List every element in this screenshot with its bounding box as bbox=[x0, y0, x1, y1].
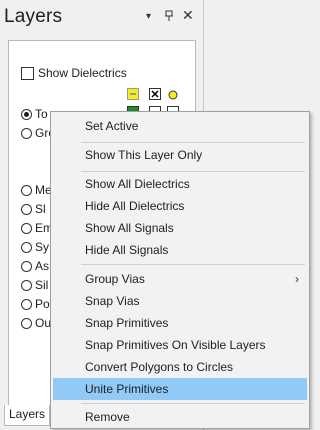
menu-item-convert-polygons-to-circles[interactable]: Convert Polygons to Circles bbox=[53, 356, 307, 378]
layer-label: Ou bbox=[35, 316, 52, 330]
layer-radio[interactable] bbox=[21, 108, 32, 120]
layer-radio[interactable] bbox=[21, 203, 32, 215]
layer-label: As bbox=[35, 259, 50, 273]
menu-separator bbox=[81, 171, 305, 172]
menu-separator bbox=[81, 403, 305, 404]
layer-radio[interactable] bbox=[21, 222, 32, 234]
layer-radio[interactable] bbox=[21, 127, 32, 139]
menu-item-hide-all-dielectrics[interactable]: Hide All Dielectrics bbox=[53, 195, 307, 217]
menu-item-show-all-signals[interactable]: Show All Signals bbox=[53, 217, 307, 239]
menu-item-set-active[interactable]: Set Active bbox=[53, 115, 307, 137]
layer-row[interactable]: Sl bbox=[21, 201, 46, 217]
menu-item-snap-primitives-visible-layers[interactable]: Snap Primitives On Visible Layers bbox=[53, 334, 307, 356]
menu-item-snap-vias[interactable]: Snap Vias bbox=[53, 290, 307, 312]
menu-item-hide-all-signals[interactable]: Hide All Signals bbox=[53, 239, 307, 261]
layer-row[interactable]: Em bbox=[21, 220, 53, 236]
layer-row[interactable]: Ou bbox=[21, 315, 51, 331]
panel-header: Layers ▾ ✕ bbox=[0, 0, 203, 36]
layer-row[interactable]: As bbox=[21, 258, 49, 274]
layer-radio[interactable] bbox=[21, 317, 32, 329]
layer-radio[interactable] bbox=[21, 260, 32, 272]
menu-separator bbox=[81, 142, 305, 143]
yellow-visibility-icon[interactable] bbox=[127, 88, 139, 100]
layer-row[interactable]: Po bbox=[21, 296, 50, 312]
layer-label: To bbox=[35, 107, 48, 121]
layer-label: Po bbox=[35, 297, 50, 311]
layer-radio[interactable] bbox=[21, 241, 32, 253]
dropdown-icon[interactable]: ▾ bbox=[146, 10, 151, 24]
menu-item-show-all-dielectrics[interactable]: Show All Dielectrics bbox=[53, 173, 307, 195]
pin-icon[interactable] bbox=[165, 10, 173, 27]
menu-item-label: Group Vias bbox=[85, 272, 145, 286]
menu-item-group-vias[interactable]: Group Vias › bbox=[53, 268, 307, 290]
menu-item-unite-primitives[interactable]: Unite Primitives bbox=[53, 378, 307, 400]
menu-item-remove[interactable]: Remove bbox=[53, 406, 307, 428]
menu-item-show-this-layer-only[interactable]: Show This Layer Only bbox=[53, 144, 307, 166]
layer-label: Sy bbox=[35, 240, 50, 254]
chevron-right-icon: › bbox=[295, 272, 299, 286]
layer-radio[interactable] bbox=[21, 184, 32, 196]
menu-separator bbox=[81, 264, 305, 265]
layer-row[interactable]: Sy bbox=[21, 239, 49, 255]
checkbox-box[interactable] bbox=[21, 66, 34, 80]
layer-label: Sl bbox=[35, 202, 46, 216]
close-icon[interactable]: ✕ bbox=[182, 8, 194, 22]
grid-x-icon[interactable] bbox=[149, 88, 161, 100]
layer-radio[interactable] bbox=[21, 279, 32, 291]
layer-row[interactable]: Sil bbox=[21, 277, 48, 293]
layer-row[interactable]: To bbox=[21, 106, 48, 122]
panel-title: Layers bbox=[4, 6, 63, 27]
layer-radio[interactable] bbox=[21, 298, 32, 310]
show-dielectrics-label: Show Dielectrics bbox=[38, 66, 127, 80]
menu-item-snap-primitives[interactable]: Snap Primitives bbox=[53, 312, 307, 334]
yellow-lasso-icon[interactable] bbox=[167, 88, 179, 100]
context-menu: Set Active Show This Layer Only Show All… bbox=[50, 111, 310, 429]
show-dielectrics-checkbox[interactable]: Show Dielectrics bbox=[21, 66, 127, 80]
layer-label: Sil bbox=[35, 278, 49, 292]
tab-layers[interactable]: Layers bbox=[4, 405, 50, 426]
layer-row[interactable]: Me bbox=[21, 182, 52, 198]
